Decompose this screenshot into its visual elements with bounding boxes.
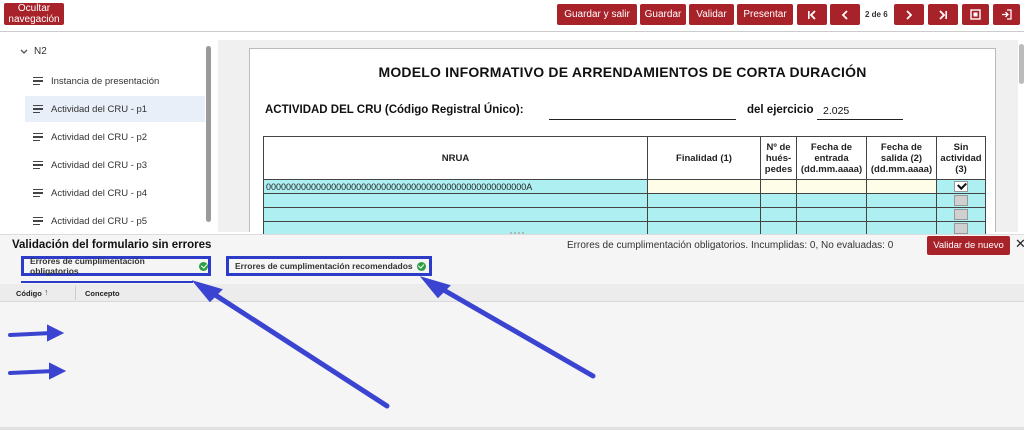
- panel-resize-handle[interactable]: [510, 232, 528, 235]
- next-page-icon: [906, 9, 913, 20]
- column-header-concepto[interactable]: Concepto: [85, 289, 120, 298]
- nrua-table: NRUA Finalidad (1) Nº de hués-pedes Fech…: [263, 136, 986, 236]
- finalidad-cell[interactable]: [647, 193, 761, 208]
- sin-actividad-checkbox[interactable]: [954, 181, 968, 192]
- validation-title: Validación del formulario sin errores: [12, 239, 212, 251]
- errors-grid-header: [0, 284, 1024, 302]
- huespedes-cell[interactable]: [760, 179, 797, 194]
- header-sin-actividad: Sin actividad (3): [936, 136, 986, 180]
- sidebar-item-cru-p2[interactable]: Actividad del CRU - p2: [25, 124, 205, 150]
- first-page-button[interactable]: [797, 4, 827, 25]
- header-fecha-entrada: Fecha de entrada (dd.mm.aaaa): [796, 136, 867, 180]
- fecha-salida-cell[interactable]: [866, 207, 937, 222]
- list-icon: [33, 188, 43, 198]
- submit-button[interactable]: Presentar: [737, 4, 793, 25]
- cru-input[interactable]: [549, 119, 736, 120]
- tab-errores-recomendados[interactable]: Errores de cumplimentación recomendados: [226, 256, 432, 276]
- header-fecha-salida: Fecha de salida (2) (dd.mm.aaaa): [866, 136, 937, 180]
- sidebar-scrollbar[interactable]: [206, 46, 211, 222]
- table-row: [263, 207, 986, 222]
- previous-page-icon: [841, 9, 848, 20]
- sin-actividad-cell: [936, 179, 986, 194]
- list-icon: [33, 104, 43, 114]
- sin-actividad-checkbox[interactable]: [954, 209, 968, 220]
- first-page-icon: [808, 9, 816, 20]
- tab-label: Errores de cumplimentación obligatorios: [30, 256, 145, 276]
- sidebar-item-cru-p3[interactable]: Actividad del CRU - p3: [25, 152, 205, 178]
- check-circle-icon: [416, 261, 426, 271]
- last-page-button[interactable]: [928, 4, 958, 25]
- ejercicio-underline: [817, 119, 903, 120]
- form-title: MODELO INFORMATIVO DE ARRENDAMIENTOS DE …: [378, 64, 867, 80]
- save-button[interactable]: Guardar: [640, 4, 686, 25]
- tab-errores-obligatorios[interactable]: Errores de cumplimentación obligatorios: [21, 256, 211, 276]
- nrua-cell[interactable]: [263, 193, 648, 208]
- sin-actividad-cell: [936, 193, 986, 208]
- toolbar-divider: [0, 31, 1024, 32]
- active-tab-indicator: [21, 281, 193, 283]
- sidebar-item-label: Actividad del CRU - p4: [51, 187, 148, 199]
- fecha-entrada-cell[interactable]: [796, 179, 867, 194]
- sidebar-item-label: Instancia de presentación: [51, 75, 160, 87]
- nrua-cell[interactable]: 0000000000000000000000000000000000000000…: [263, 179, 648, 194]
- sidebar-item-cru-p5[interactable]: Actividad del CRU - p5: [25, 208, 205, 234]
- sin-actividad-checkbox[interactable]: [954, 223, 968, 234]
- previous-page-button[interactable]: [830, 4, 860, 25]
- column-header-codigo[interactable]: Código: [16, 289, 42, 298]
- chevron-down-icon: [20, 49, 28, 54]
- list-icon: [33, 216, 43, 226]
- header-huespedes: Nº de hués-pedes: [760, 136, 797, 180]
- cru-label: ACTIVIDAD DEL CRU (Código Registral Únic…: [265, 104, 524, 116]
- sidebar-root-label: N2: [34, 46, 47, 57]
- sidebar-item-instancia[interactable]: Instancia de presentación: [25, 68, 205, 94]
- exit-button[interactable]: [993, 4, 1020, 25]
- huespedes-cell[interactable]: [760, 193, 797, 208]
- fit-screen-button[interactable]: [962, 4, 989, 25]
- exit-icon: [1002, 9, 1012, 20]
- sort-ascending-icon[interactable]: ↑: [44, 287, 49, 297]
- table-row: [263, 193, 986, 208]
- nrua-cell[interactable]: [263, 207, 648, 222]
- fecha-entrada-cell[interactable]: [796, 193, 867, 208]
- revalidate-button[interactable]: Validar de nuevo: [927, 236, 1010, 255]
- app-window: Ocultar navegación Guardar y salir Guard…: [0, 0, 1024, 430]
- finalidad-cell[interactable]: [647, 179, 761, 194]
- validation-status: Errores de cumplimentación obligatorios.…: [567, 240, 894, 251]
- ejercicio-label: del ejercicio: [747, 104, 814, 116]
- sidebar-item-label: Actividad del CRU - p5: [51, 215, 148, 227]
- fit-screen-icon: [970, 9, 981, 20]
- close-icon[interactable]: ✕: [1015, 236, 1024, 252]
- sidebar-root-node[interactable]: N2: [20, 46, 47, 57]
- header-nrua: NRUA: [263, 136, 648, 180]
- huespedes-cell[interactable]: [760, 207, 797, 222]
- header-finalidad: Finalidad (1): [647, 136, 761, 180]
- check-circle-icon: [199, 261, 208, 271]
- save-and-exit-button[interactable]: Guardar y salir: [557, 4, 637, 25]
- sidebar-item-label: Actividad del CRU - p3: [51, 159, 148, 171]
- sidebar-item-label: Actividad del CRU - p2: [51, 131, 148, 143]
- column-divider: [75, 286, 76, 300]
- list-icon: [33, 132, 43, 142]
- sin-actividad-cell: [936, 207, 986, 222]
- finalidad-cell[interactable]: [647, 207, 761, 222]
- tab-label: Errores de cumplimentación recomendados: [235, 261, 413, 271]
- ejercicio-value[interactable]: 2.025: [823, 105, 849, 117]
- table-row: 0000000000000000000000000000000000000000…: [263, 179, 986, 194]
- sidebar-item-cru-p4[interactable]: Actividad del CRU - p4: [25, 180, 205, 206]
- list-icon: [33, 160, 43, 170]
- list-icon: [33, 76, 43, 86]
- last-page-icon: [939, 9, 947, 20]
- sin-actividad-checkbox[interactable]: [954, 195, 968, 206]
- sidebar-item-cru-p1[interactable]: Actividad del CRU - p1: [25, 96, 205, 122]
- validate-button[interactable]: Validar: [689, 4, 734, 25]
- sidebar-item-label: Actividad del CRU - p1: [51, 103, 148, 115]
- fecha-entrada-cell[interactable]: [796, 207, 867, 222]
- fecha-salida-cell[interactable]: [866, 179, 937, 194]
- document-scrollbar[interactable]: [1019, 44, 1024, 84]
- hide-navigation-button[interactable]: Ocultar navegación: [4, 3, 64, 25]
- fecha-salida-cell[interactable]: [866, 193, 937, 208]
- next-page-button[interactable]: [894, 4, 924, 25]
- page-indicator: 2 de 6: [865, 10, 888, 19]
